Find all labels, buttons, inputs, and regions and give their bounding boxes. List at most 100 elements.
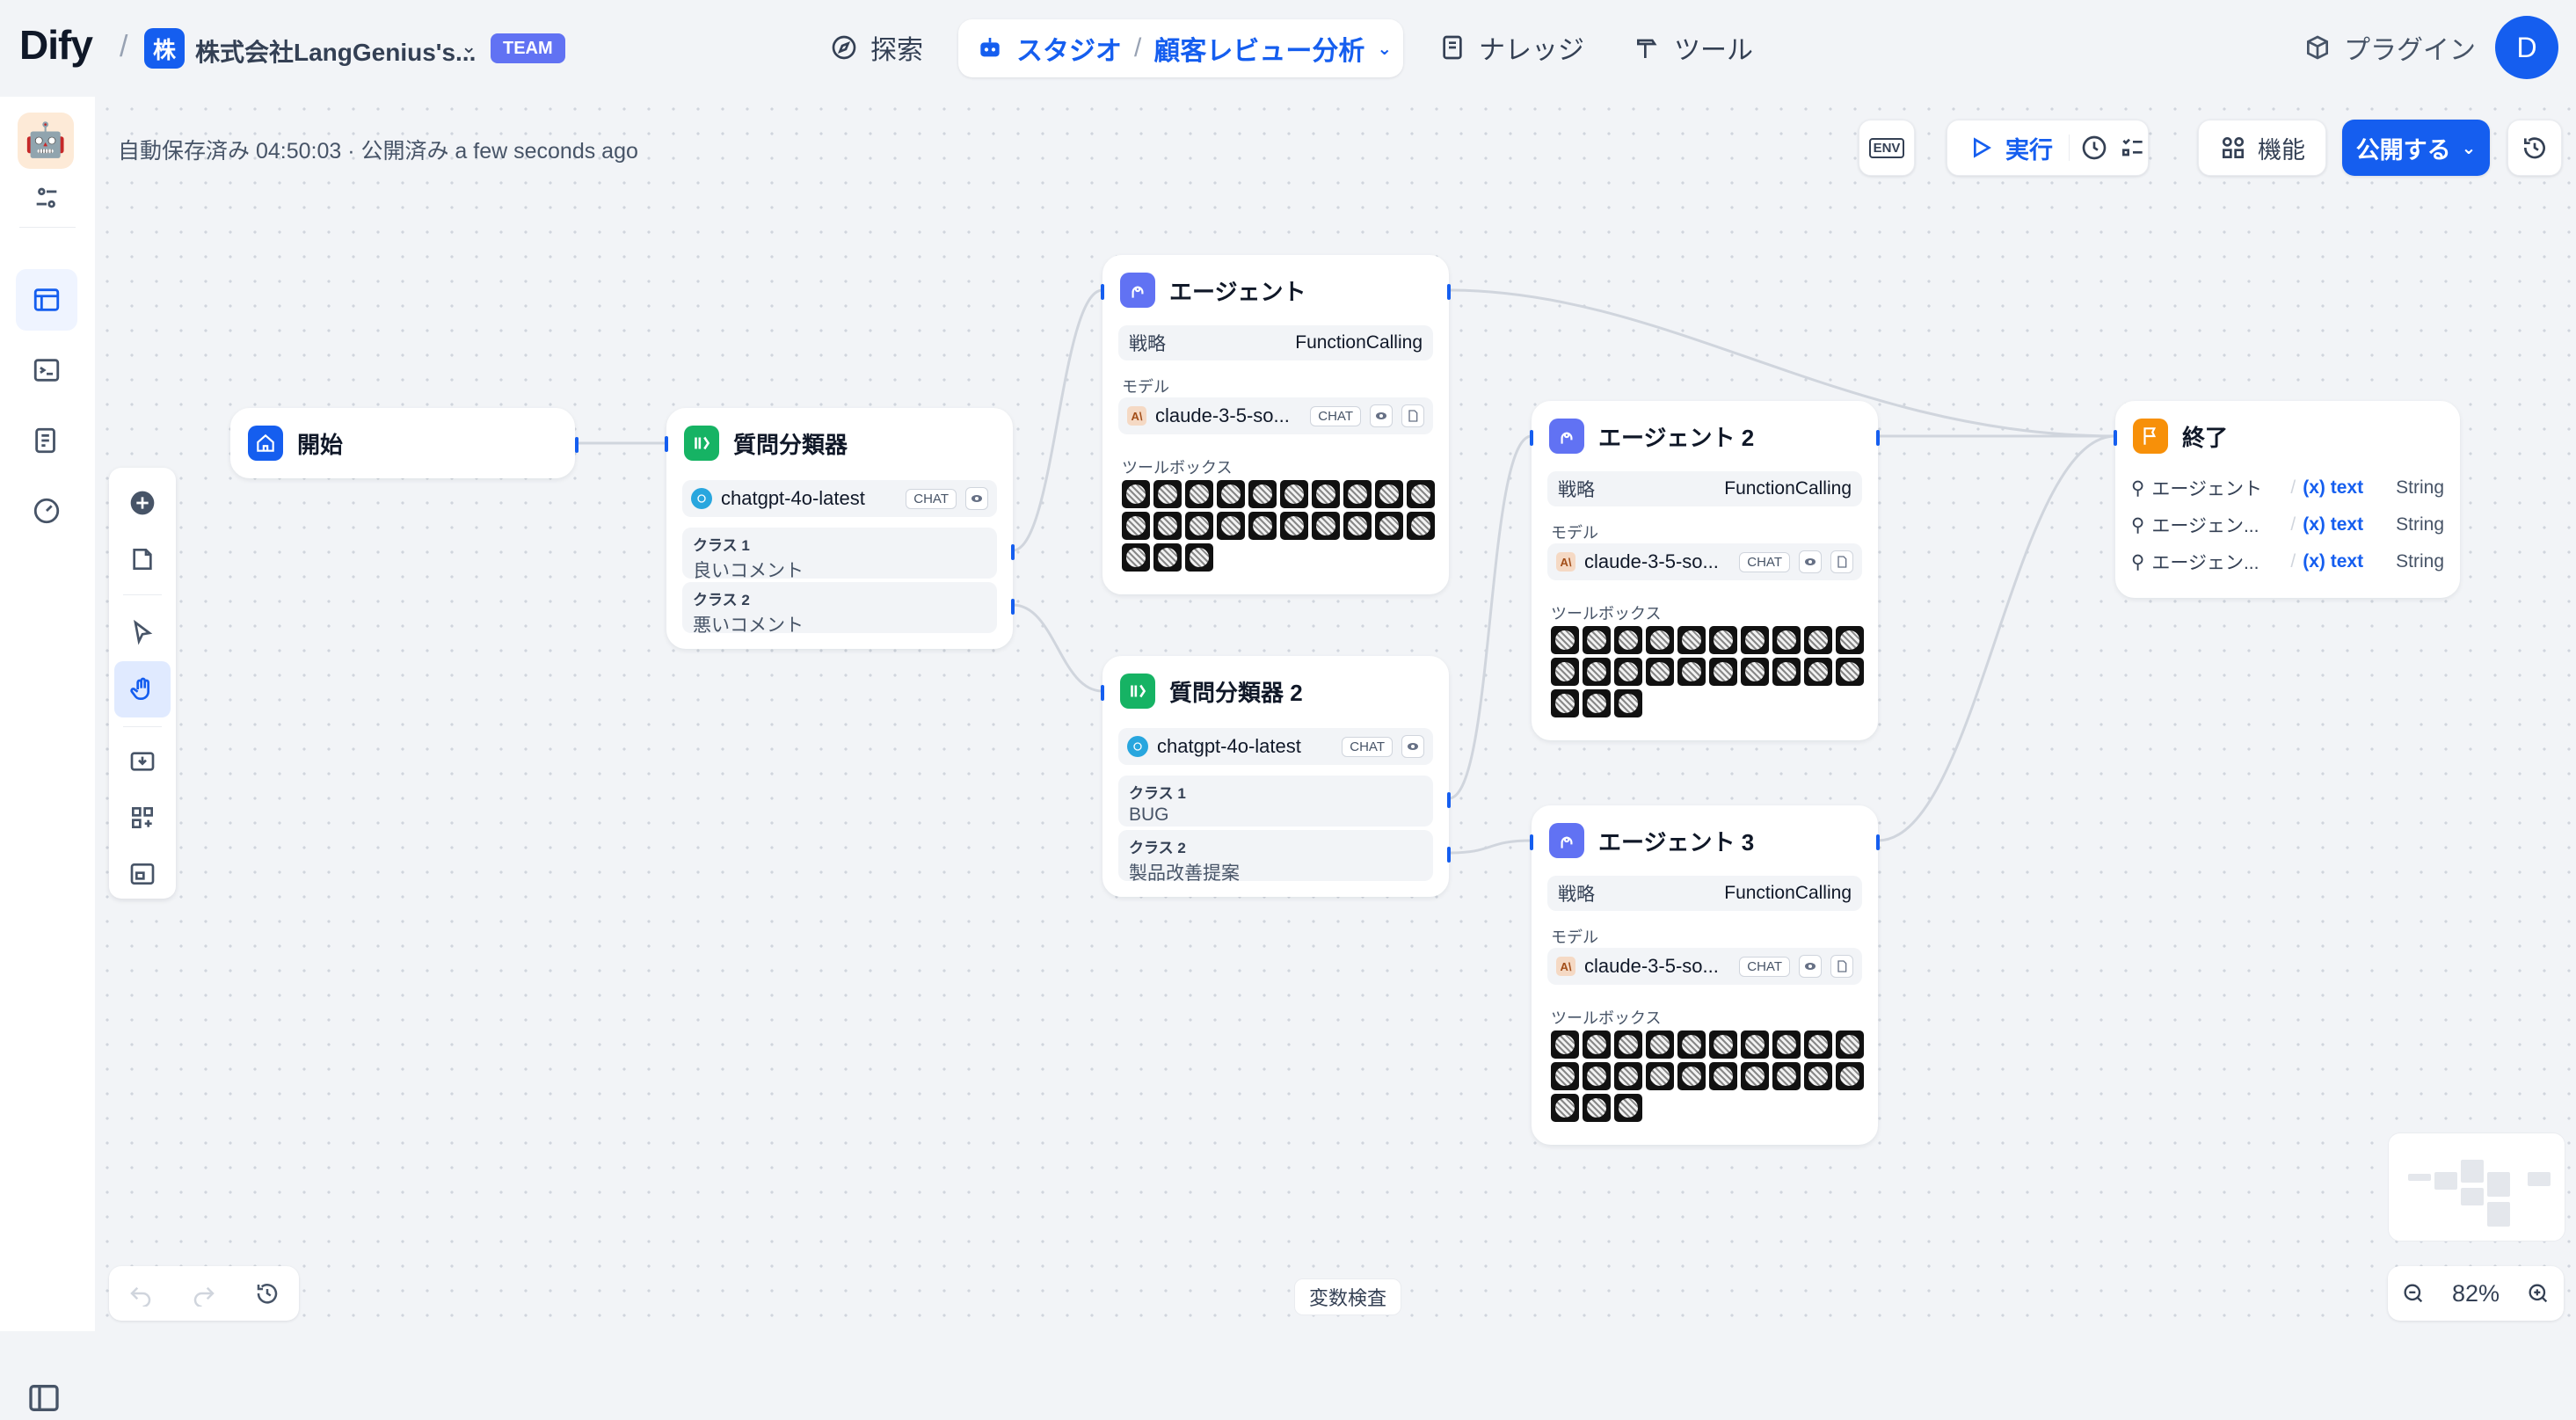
output-handle[interactable]	[1876, 834, 1880, 850]
tool-icon[interactable]	[1804, 658, 1832, 686]
tool-icon[interactable]	[1122, 512, 1150, 540]
tool-icon[interactable]	[1280, 480, 1308, 508]
tool-icon[interactable]	[1583, 658, 1611, 686]
tool-icon[interactable]	[1836, 1062, 1864, 1090]
dify-logo[interactable]: Dify	[19, 21, 93, 69]
tool-icon[interactable]	[1551, 1062, 1579, 1090]
tool-icon[interactable]	[1836, 658, 1864, 686]
output-handle[interactable]	[1447, 284, 1451, 300]
tool-icon[interactable]	[1185, 512, 1213, 540]
tool-icon[interactable]	[1248, 480, 1277, 508]
undo-icon[interactable]	[127, 1280, 154, 1307]
organize-blocks-button[interactable]	[114, 790, 171, 846]
tool-icon[interactable]	[1677, 1062, 1706, 1090]
model-selector[interactable]: A\ claude-3-5-so... CHAT	[1118, 397, 1433, 434]
tool-icon[interactable]	[1741, 626, 1769, 654]
zoom-level[interactable]: 82%	[2452, 1280, 2500, 1307]
model-selector[interactable]: A\ claude-3-5-so... CHAT	[1547, 948, 1862, 985]
publish-button[interactable]: 公開する ⌄	[2342, 120, 2490, 176]
tool-icon[interactable]	[1741, 658, 1769, 686]
workspace-avatar[interactable]: 株	[144, 28, 185, 69]
tool-icon[interactable]	[1646, 658, 1674, 686]
output-handle[interactable]	[575, 437, 579, 453]
add-note-button[interactable]	[114, 531, 171, 587]
minimap[interactable]	[2388, 1132, 2565, 1242]
node-agent-3[interactable]: エージェント 3 戦略 FunctionCalling モデル A\ claud…	[1530, 805, 1880, 1145]
tool-icon[interactable]	[1772, 1030, 1801, 1059]
output-handle[interactable]	[1011, 599, 1015, 615]
tool-icon[interactable]	[1551, 658, 1579, 686]
tool-icon[interactable]	[1583, 1030, 1611, 1059]
redo-icon[interactable]	[191, 1280, 217, 1307]
node-agent[interactable]: エージェント 戦略 FunctionCalling モデル A\ claude-…	[1101, 255, 1451, 594]
tool-icon[interactable]	[1343, 480, 1372, 508]
tool-icon[interactable]	[1677, 658, 1706, 686]
run-button[interactable]: 実行	[2005, 131, 2053, 165]
add-node-button[interactable]	[114, 475, 171, 531]
class-item[interactable]: クラス 1 BUG	[1118, 776, 1433, 827]
input-handle[interactable]	[1530, 430, 1533, 446]
tool-icon[interactable]	[1583, 689, 1611, 717]
tool-icon[interactable]	[1122, 480, 1150, 508]
input-handle[interactable]	[1101, 685, 1104, 701]
tool-icon[interactable]	[1646, 1062, 1674, 1090]
node-start[interactable]: 開始	[230, 408, 579, 478]
tool-icon[interactable]	[1772, 626, 1801, 654]
tool-icon[interactable]	[1551, 689, 1579, 717]
model-selector[interactable]: A\ claude-3-5-so... CHAT	[1547, 543, 1862, 580]
model-selector[interactable]: chatgpt-4o-latest CHAT	[682, 480, 997, 517]
tool-icon[interactable]	[1153, 480, 1182, 508]
minimap-toggle-button[interactable]	[114, 846, 171, 902]
output-handle[interactable]	[1011, 544, 1015, 560]
play-icon[interactable]	[1967, 134, 1995, 162]
tool-icon[interactable]	[1583, 626, 1611, 654]
chevron-down-icon[interactable]: ⌄	[461, 35, 477, 58]
tool-icon[interactable]	[1551, 1030, 1579, 1059]
tool-icon[interactable]	[1709, 1062, 1737, 1090]
node-question-classifier[interactable]: 質問分類器 chatgpt-4o-latest CHAT クラス 1 良いコメン…	[665, 408, 1015, 649]
variable-inspect-button[interactable]: 変数検査	[1294, 1278, 1402, 1315]
tool-icon[interactable]	[1375, 480, 1403, 508]
tool-icon[interactable]	[1709, 1030, 1737, 1059]
workspace-name[interactable]: 株式会社LangGenius's...	[195, 33, 476, 69]
tool-icon[interactable]	[1836, 626, 1864, 654]
class-item[interactable]: クラス 1 良いコメント	[682, 528, 997, 581]
tool-icon[interactable]	[1772, 1062, 1801, 1090]
tool-icon[interactable]	[1551, 626, 1579, 654]
nav-knowledge[interactable]: ナレッジ	[1438, 19, 1584, 76]
tool-icon[interactable]	[1248, 512, 1277, 540]
nav-explore[interactable]: 探索	[830, 19, 923, 76]
tool-icon[interactable]	[1312, 512, 1340, 540]
input-handle[interactable]	[665, 436, 668, 452]
user-avatar[interactable]: D	[2495, 16, 2558, 79]
tool-icon[interactable]	[1804, 1030, 1832, 1059]
tool-icon[interactable]	[1551, 1094, 1579, 1122]
tool-icon[interactable]	[1677, 626, 1706, 654]
output-variable-row[interactable]: ⚲ エージェン... / (x) text String	[2131, 545, 2444, 579]
class-item[interactable]: クラス 2 悪いコメント	[682, 582, 997, 636]
zoom-in-icon[interactable]	[2526, 1281, 2551, 1306]
node-question-classifier-2[interactable]: 質問分類器 2 chatgpt-4o-latest CHAT クラス 1 BUG…	[1101, 656, 1451, 897]
tool-icon[interactable]	[1312, 480, 1340, 508]
tool-icon[interactable]	[1614, 626, 1642, 654]
tool-icon[interactable]	[1583, 1062, 1611, 1090]
tool-icon[interactable]	[1153, 543, 1182, 572]
features-button[interactable]: 機能	[2198, 120, 2326, 176]
tool-icon[interactable]	[1407, 512, 1435, 540]
tool-icon[interactable]	[1614, 1062, 1642, 1090]
input-handle[interactable]	[1530, 834, 1533, 850]
tool-icon[interactable]	[1614, 658, 1642, 686]
tool-icon[interactable]	[1217, 512, 1245, 540]
tool-icon[interactable]	[1646, 626, 1674, 654]
nav-plugins[interactable]: プラグイン	[2303, 19, 2476, 76]
history-run-icon[interactable]	[2080, 134, 2108, 162]
output-handle[interactable]	[1876, 430, 1880, 446]
app-icon[interactable]: 🤖	[18, 113, 74, 169]
history-icon[interactable]	[254, 1280, 280, 1307]
tool-icon[interactable]	[1217, 480, 1245, 508]
sidebar-item-logs[interactable]	[16, 410, 77, 471]
tool-icon[interactable]	[1772, 658, 1801, 686]
tool-icon[interactable]	[1677, 1030, 1706, 1059]
tool-icon[interactable]	[1709, 626, 1737, 654]
sidebar-item-orchestrate[interactable]	[16, 269, 77, 331]
